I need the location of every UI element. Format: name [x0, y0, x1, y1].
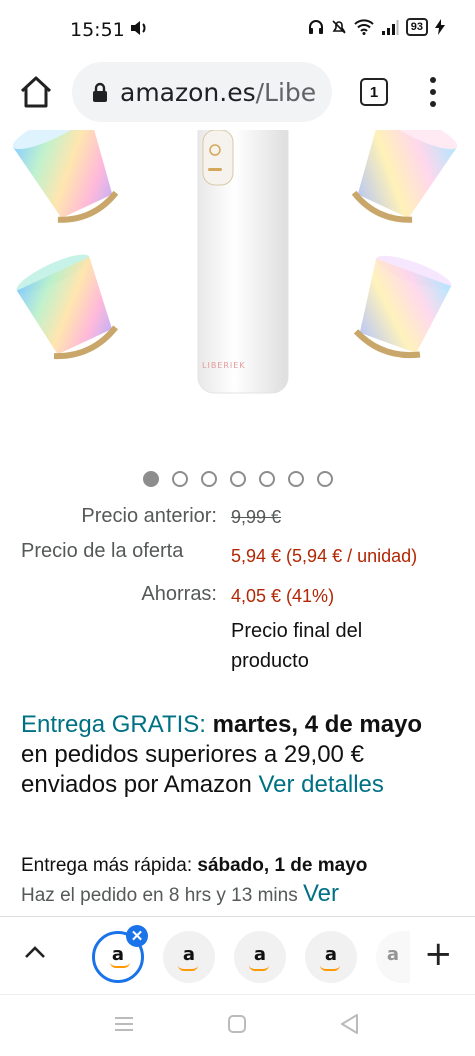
deal-price-label: Precio de la oferta [21, 540, 184, 562]
free-delivery-date: martes, 4 de mayo [212, 711, 423, 738]
new-tab-plus-icon[interactable]: + [424, 937, 453, 971]
lock-icon [93, 82, 107, 102]
home-nav-icon[interactable] [227, 1014, 247, 1034]
fast-delivery-date: sábado, 1 de mayo [197, 855, 368, 876]
carousel-dot[interactable] [230, 471, 246, 487]
overflow-menu-icon[interactable] [424, 74, 442, 110]
free-delivery-label: Entrega GRATIS: [21, 711, 206, 738]
tab-thumbnail[interactable]: a [305, 931, 357, 983]
tab-strip: a ✕ a a a a + [0, 916, 475, 994]
savings-value: 4,05 € (41%) [231, 586, 335, 606]
delivery-details-link[interactable]: Ver detalles [258, 771, 383, 798]
fast-delivery-details-link[interactable]: Ver [303, 880, 339, 907]
deal-price-row: Precio de la oferta 5,94 € (5,94 € / uni… [0, 540, 475, 570]
carousel-dot[interactable] [259, 471, 275, 487]
amazon-smile-icon [178, 965, 198, 971]
tab-thumbnail-partial[interactable]: a [376, 931, 410, 983]
tab-switcher-button[interactable]: 1 [360, 78, 388, 106]
mute-bell-icon [332, 20, 346, 34]
headphones-icon [308, 20, 323, 34]
carousel-dot[interactable] [172, 471, 188, 487]
amazon-smile-icon [320, 965, 340, 971]
url-path: /Libe [255, 77, 317, 107]
previous-price-label: Precio anterior: [81, 505, 217, 527]
amazon-logo-icon: a [182, 943, 196, 965]
product-image-carousel[interactable]: LIBERIEK [0, 130, 475, 460]
carousel-indicator [143, 471, 333, 487]
carousel-dot-active[interactable] [143, 471, 159, 487]
previous-price-row: Precio anterior: 9,99 € [0, 505, 475, 535]
browser-toolbar: amazon.es/Libe 1 [0, 58, 475, 130]
wifi-icon [354, 19, 374, 35]
device-brand-text: LIBERIEK [202, 361, 246, 370]
system-navigation-bar [0, 994, 475, 1056]
fast-delivery-label: Entrega más rápida: [21, 855, 193, 876]
carousel-dot[interactable] [288, 471, 304, 487]
chevron-up-icon[interactable] [24, 945, 46, 959]
carousel-dot[interactable] [201, 471, 217, 487]
deal-price-value: 5,94 € (5,94 € / unidad) [231, 546, 418, 566]
charging-bolt-icon [435, 19, 445, 35]
amazon-smile-icon [110, 962, 130, 968]
recent-apps-icon[interactable] [113, 1015, 135, 1033]
free-delivery-message: Entrega GRATIS: martes, 4 de mayo en ped… [21, 710, 451, 800]
battery-level: 93 [405, 18, 428, 36]
carousel-dot[interactable] [317, 471, 333, 487]
close-tab-icon[interactable]: ✕ [126, 925, 148, 947]
tab-thumbnail[interactable]: a [163, 931, 215, 983]
url-bar[interactable]: amazon.es/Libe [72, 62, 332, 122]
back-nav-icon[interactable] [339, 1013, 359, 1035]
amazon-smile-icon [249, 965, 269, 971]
fast-delivery-message: Entrega más rápida: sábado, 1 de mayo Ha… [21, 852, 461, 910]
order-countdown: Haz el pedido en 8 hrs y 13 mins [21, 885, 298, 906]
previous-price-value: 9,99 € [231, 507, 282, 527]
status-bar: 15:51 93 [0, 0, 475, 58]
tab-thumbnail[interactable]: a [234, 931, 286, 983]
savings-row: Ahorras: 4,05 € (41%) [0, 583, 475, 613]
amazon-logo-icon: a [253, 943, 267, 965]
home-icon[interactable] [18, 74, 54, 110]
product-image: LIBERIEK [12, 130, 458, 394]
amazon-logo-icon: a [324, 943, 338, 965]
url-domain: amazon.es [120, 77, 256, 107]
savings-label: Ahorras: [141, 583, 217, 605]
amazon-logo-icon: a [386, 943, 400, 965]
status-icons: 93 [308, 18, 445, 36]
final-price-note: Precio final del producto [231, 620, 363, 672]
status-time: 15:51 [70, 19, 125, 41]
volume-icon [131, 21, 146, 35]
signal-icon [381, 20, 399, 35]
